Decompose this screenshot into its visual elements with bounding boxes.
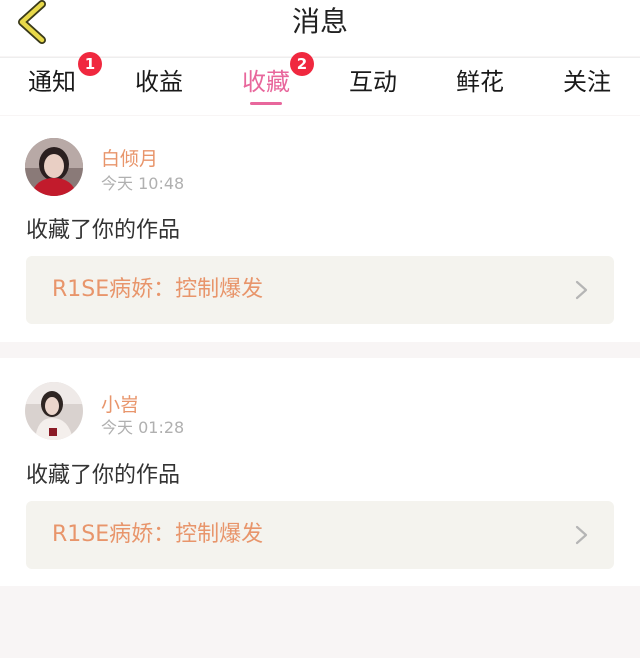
avatar[interactable] <box>25 382 83 440</box>
notification-card: 小岧 今天 01:28 收藏了你的作品 R1SE病娇：控制爆发 <box>0 358 640 586</box>
chevron-right-icon <box>575 525 588 545</box>
unread-badge: 2 <box>290 52 314 76</box>
work-link[interactable]: R1SE病娇：控制爆发 <box>26 256 614 324</box>
timestamp: 今天 10:48 <box>101 174 185 193</box>
header-bar: 消息 <box>0 0 640 56</box>
page-title: 消息 <box>291 5 348 38</box>
work-title: R1SE病娇：控制爆发 <box>52 277 264 302</box>
avatar[interactable] <box>25 138 83 196</box>
work-link[interactable]: R1SE病娇：控制爆发 <box>26 501 614 569</box>
avatar-image <box>25 138 83 196</box>
username[interactable]: 白倾月 <box>101 144 158 171</box>
tab-favorites[interactable]: 收藏 2 <box>216 52 316 116</box>
timestamp: 今天 01:28 <box>101 418 185 437</box>
work-title: R1SE病娇：控制爆发 <box>52 522 264 547</box>
tab-bar: 通知 1 收益 收藏 2 互动 鲜花 关注 <box>0 52 640 116</box>
tab-label: 收益 <box>135 68 183 96</box>
notification-card: 白倾月 今天 10:48 收藏了你的作品 R1SE病娇：控制爆发 <box>0 116 640 342</box>
tab-label: 关注 <box>563 68 611 96</box>
tab-label: 通知 <box>28 68 76 96</box>
tab-label: 鲜花 <box>456 68 504 96</box>
tab-following[interactable]: 关注 <box>537 58 637 116</box>
username[interactable]: 小岧 <box>101 390 139 417</box>
tab-flowers[interactable]: 鲜花 <box>430 58 530 116</box>
tab-label: 互动 <box>349 68 397 96</box>
tab-earnings[interactable]: 收益 <box>109 58 209 116</box>
tab-notifications[interactable]: 通知 1 <box>2 52 102 116</box>
tab-label: 收藏 <box>242 68 290 96</box>
tab-interactions[interactable]: 互动 <box>323 58 423 116</box>
action-text: 收藏了你的作品 <box>26 463 181 488</box>
unread-badge: 1 <box>78 52 102 76</box>
chevron-right-icon <box>575 280 588 300</box>
action-text: 收藏了你的作品 <box>26 218 181 243</box>
avatar-image <box>25 382 83 440</box>
tab-underline <box>250 102 282 105</box>
